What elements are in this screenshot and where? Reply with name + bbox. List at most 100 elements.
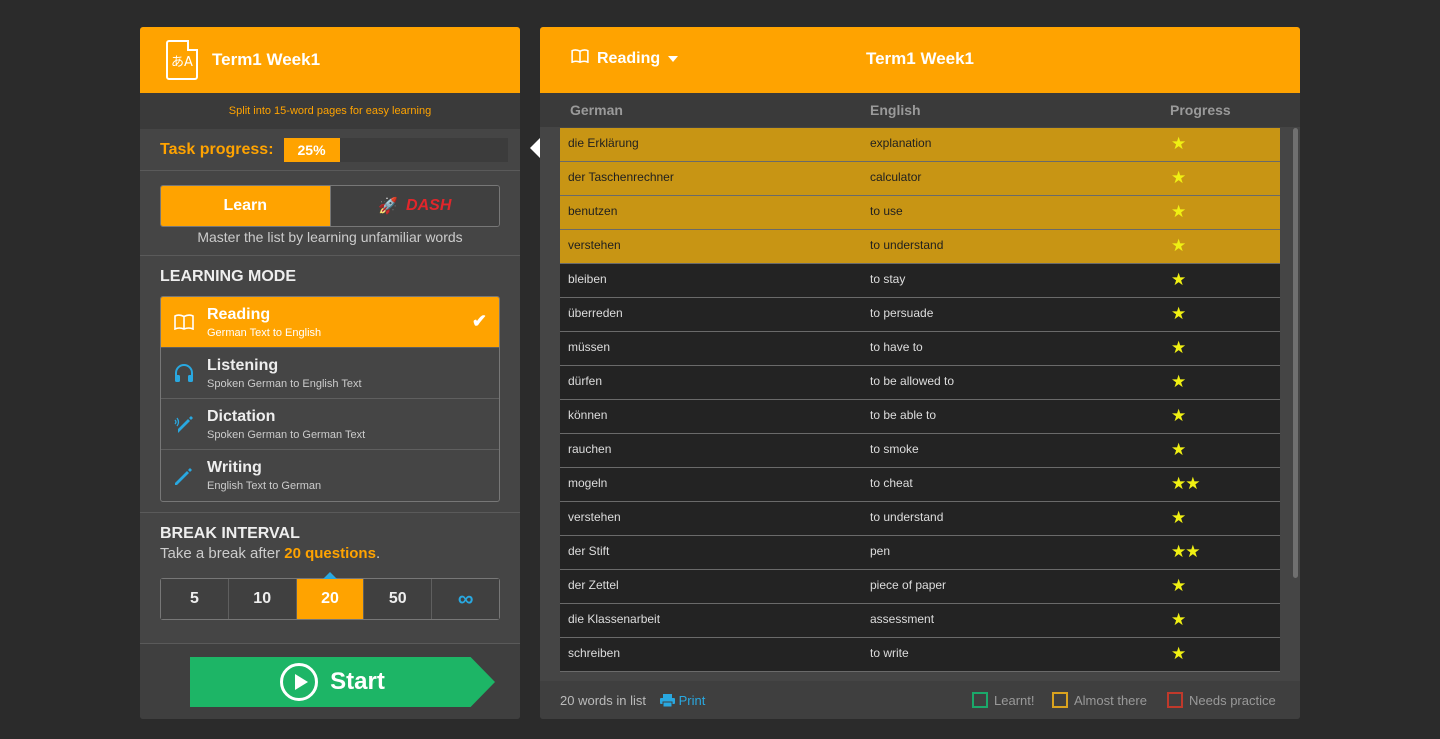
right-header: Reading Term1 Week1 xyxy=(540,27,1300,93)
panel-pointer-arrow xyxy=(530,138,540,158)
german-word: die Erklärung xyxy=(568,136,639,150)
break-value: 20 questions xyxy=(284,545,376,562)
learn-dash-toggle: Learn 🚀 DASH xyxy=(160,185,500,227)
interval-infinity[interactable]: ∞ xyxy=(432,579,499,619)
word-count: 20 words in list xyxy=(560,693,646,708)
table-row[interactable]: mogeln to cheat ★★ xyxy=(560,468,1280,502)
print-link[interactable]: Print xyxy=(660,693,705,708)
english-word: to cheat xyxy=(870,476,913,490)
table-row[interactable]: der Stift pen ★★ xyxy=(560,536,1280,570)
interval-5[interactable]: 5 xyxy=(161,579,229,619)
mode-description: English Text to German xyxy=(207,480,322,492)
column-english: English xyxy=(870,102,921,118)
legend-learnt: Learnt! xyxy=(972,692,1034,708)
mode-reading[interactable]: Reading German Text to English ✔ xyxy=(161,297,499,348)
mode-name: Dictation xyxy=(207,407,276,425)
break-interval-section: BREAK INTERVAL Take a break after 20 que… xyxy=(140,513,520,630)
table-row[interactable]: verstehen to understand ★ xyxy=(560,502,1280,536)
german-word: mogeln xyxy=(568,476,608,490)
german-word: schreiben xyxy=(568,646,621,660)
interval-10[interactable]: 10 xyxy=(228,579,297,619)
english-word: to stay xyxy=(870,272,906,286)
german-word: der Zettel xyxy=(568,578,619,592)
table-row[interactable]: die Klassenarbeit assessment ★ xyxy=(560,604,1280,638)
task-progress-fill: 25% xyxy=(283,137,340,162)
learn-button[interactable]: Learn xyxy=(161,186,330,226)
english-word: assessment xyxy=(870,612,935,626)
table-row[interactable]: müssen to have to ★ xyxy=(560,332,1280,366)
column-headers: German English Progress xyxy=(540,93,1300,127)
german-word: verstehen xyxy=(568,238,621,252)
legend-swatch xyxy=(1167,692,1183,708)
break-prefix: Take a break after xyxy=(160,545,285,562)
column-german: German xyxy=(570,102,623,118)
dash-label: DASH xyxy=(406,197,452,214)
star-rating-icon: ★ xyxy=(1171,338,1186,357)
start-area: Start xyxy=(140,643,520,719)
pencil-icon xyxy=(161,466,207,486)
table-row[interactable]: schreiben to write ★ xyxy=(560,638,1280,672)
german-word: überreden xyxy=(568,306,623,320)
table-row[interactable]: verstehen to understand ★ xyxy=(560,230,1280,264)
interval-50[interactable]: 50 xyxy=(364,579,433,619)
table-row[interactable]: der Taschenrechner calculator ★ xyxy=(560,162,1280,196)
table-row[interactable]: die Erklärung explanation ★ xyxy=(560,128,1280,162)
star-rating-icon: ★ xyxy=(1171,610,1186,629)
star-rating-icon: ★★ xyxy=(1171,542,1201,561)
start-button[interactable]: Start xyxy=(190,657,495,707)
star-rating-icon: ★ xyxy=(1171,270,1186,289)
dash-button[interactable]: 🚀 DASH xyxy=(329,186,499,226)
english-word: to understand xyxy=(870,238,944,252)
list-title: Term1 Week1 xyxy=(212,50,321,69)
legend-label: Needs practice xyxy=(1189,692,1276,708)
break-interval-selector: 5 10 20 50 ∞ xyxy=(160,572,500,620)
break-description: Take a break after 20 questions. xyxy=(160,545,500,562)
star-rating-icon: ★ xyxy=(1171,440,1186,459)
star-rating-icon: ★★ xyxy=(1171,474,1201,493)
legend-label: Almost there xyxy=(1074,692,1147,708)
legend-almost-there: Almost there xyxy=(1052,692,1147,708)
mode-listening[interactable]: Listening Spoken German to English Text xyxy=(161,348,499,399)
german-word: können xyxy=(568,408,608,422)
mode-name: Writing xyxy=(207,459,262,476)
table-row[interactable]: benutzen to use ★ xyxy=(560,196,1280,230)
table-row[interactable]: dürfen to be allowed to ★ xyxy=(560,366,1280,400)
scrollbar[interactable] xyxy=(1293,128,1298,578)
dictation-pen-icon xyxy=(161,414,207,434)
table-row[interactable]: überreden to persuade ★ xyxy=(560,298,1280,332)
printer-icon xyxy=(660,693,679,708)
star-rating-icon: ★ xyxy=(1171,406,1186,425)
table-row[interactable]: können to be able to ★ xyxy=(560,400,1280,434)
german-word: dürfen xyxy=(568,374,603,388)
table-row[interactable]: der Zettel piece of paper ★ xyxy=(560,570,1280,604)
interval-20[interactable]: 20 xyxy=(296,572,365,619)
english-word: to have to xyxy=(870,340,923,354)
german-word: bleiben xyxy=(568,272,607,286)
table-row[interactable]: rauchen to smoke ★ xyxy=(560,434,1280,468)
table-row[interactable]: bleiben to stay ★ xyxy=(560,264,1280,298)
star-rating-icon: ★ xyxy=(1171,168,1186,187)
print-label: Print xyxy=(678,693,706,708)
translate-doc-icon: あA xyxy=(166,40,198,80)
mode-writing[interactable]: Writing English Text to German xyxy=(161,450,499,501)
mode-description: German Text to English xyxy=(207,326,322,339)
learn-description: Master the list by learning unfamiliar w… xyxy=(197,229,463,245)
german-word: müssen xyxy=(568,340,611,354)
start-label: Start xyxy=(330,668,385,695)
english-word: to write xyxy=(870,646,909,660)
learn-mode-box: Learn 🚀 DASH Master the list by learning… xyxy=(140,171,520,256)
mode-description: Spoken German to German Text xyxy=(207,428,366,441)
book-icon xyxy=(161,314,207,330)
left-header: あA Term1 Week1 xyxy=(140,27,520,93)
list-title: Term1 Week1 xyxy=(865,49,975,68)
legend-needs-practice: Needs practice xyxy=(1167,692,1276,708)
german-word: rauchen xyxy=(568,442,612,456)
infinity-icon: ∞ xyxy=(457,586,474,611)
english-word: pen xyxy=(870,544,891,558)
split-info[interactable]: Split into 15-word pages for easy learni… xyxy=(140,93,520,129)
learning-mode-section: LEARNING MODE Reading German Text to Eng… xyxy=(140,256,520,513)
mode-name: Reading xyxy=(207,305,271,323)
word-table: die Erklärung explanation ★ der Taschenrech… xyxy=(560,128,1280,680)
legend-swatch xyxy=(1052,692,1068,708)
mode-dictation[interactable]: Dictation Spoken German to German Text xyxy=(161,399,499,450)
